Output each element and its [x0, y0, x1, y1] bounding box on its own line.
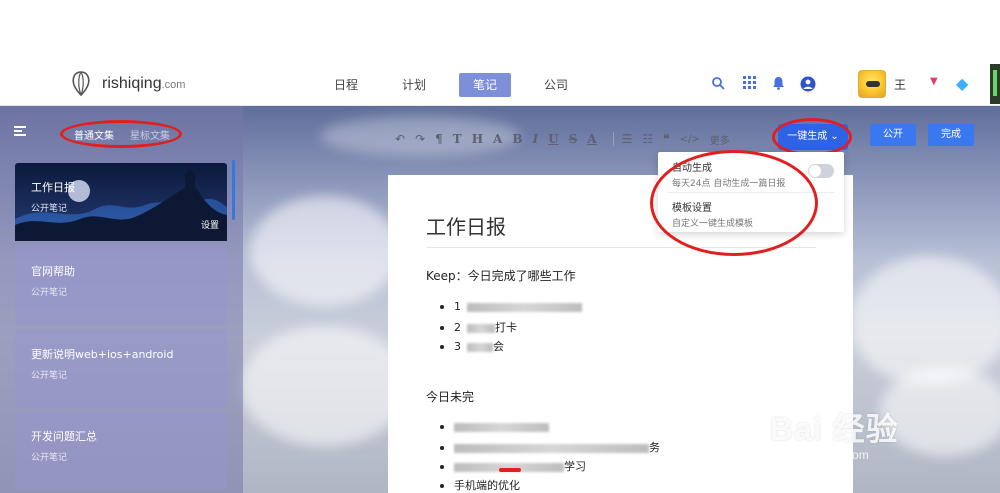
note-settings-link[interactable]: 设置 — [201, 218, 219, 231]
list-item[interactable]: 手机端的优化 — [440, 477, 520, 493]
page: rishiqing.com 日程 计划 笔记 公司 王 ▼ ◆ 普通文集 星标文… — [0, 0, 1000, 493]
apps-grid-icon[interactable] — [741, 76, 757, 92]
paragraph-icon[interactable]: ¶ — [435, 132, 443, 146]
sidebar-scrollbar[interactable] — [232, 160, 235, 220]
list-item-text: 会 — [493, 340, 504, 353]
list-item[interactable]: 2 打卡 — [440, 319, 517, 335]
strikethrough-icon[interactable]: S — [569, 132, 578, 146]
nav-notes[interactable]: 笔记 — [459, 73, 511, 97]
more-tools-button[interactable]: 更多 — [710, 132, 730, 147]
notebook-sidebar: 普通文集 星标文集 工作日报 公开笔记 设置 官网帮助 公开笔记 更新说明web… — [0, 106, 243, 493]
note-title: 更新说明web+ios+android — [31, 348, 174, 361]
avatar[interactable] — [858, 70, 886, 98]
underline-icon[interactable]: U — [548, 132, 558, 146]
dropdown-item-desc: 自定义一键生成模板 — [672, 219, 754, 229]
logo-text[interactable]: rishiqing.com — [102, 75, 185, 93]
dropdown-item-title: 自动生成 — [672, 163, 712, 174]
note-subtitle: 公开笔记 — [31, 204, 68, 214]
dropdown-divider — [668, 192, 834, 193]
bold-icon[interactable]: B — [512, 132, 522, 146]
text-color-icon[interactable]: A — [587, 132, 596, 146]
list-item-number: 1 — [454, 300, 461, 313]
chevron-down-icon: ⌄ — [830, 131, 839, 142]
publish-button[interactable]: 公开 — [870, 124, 916, 146]
list-item[interactable]: 3会 — [440, 338, 504, 354]
note-subtitle: 公开笔记 — [31, 288, 68, 298]
list-item[interactable] — [440, 420, 549, 433]
italic-icon[interactable]: I — [533, 132, 539, 146]
search-icon[interactable] — [710, 76, 726, 92]
nav-plan[interactable]: 计划 — [392, 73, 436, 97]
list-item-text: 务 — [649, 441, 660, 454]
top-blank-area — [0, 0, 1000, 62]
note-card-update-notes[interactable]: 更新说明web+ios+android 公开笔记 — [15, 330, 227, 408]
dropdown-item-auto-generate[interactable]: 自动生成 每天24点 自动生成一篇日报 — [672, 159, 785, 189]
dropdown-item-template-settings[interactable]: 模板设置 自定义一键生成模板 — [672, 199, 753, 229]
section-unfinished-heading[interactable]: 今日未完 — [426, 388, 474, 405]
note-title: 工作日报 — [31, 181, 75, 194]
list-item-text: 学习 — [564, 460, 586, 473]
diamond-vip-icon[interactable]: ◆ — [956, 74, 968, 93]
list-item[interactable]: 1 — [440, 300, 582, 313]
menu-icon[interactable] — [14, 126, 26, 136]
tab-plain-notebooks[interactable]: 普通文集 — [74, 127, 114, 142]
balloon-logo-icon — [72, 71, 90, 97]
dropdown-item-title: 模板设置 — [672, 203, 712, 214]
baidu-jingyan-watermark: Bai 经验 jingyan.baidu.com — [770, 404, 899, 462]
annotation-red-mark — [499, 468, 521, 472]
list-item-number: 2 — [454, 321, 461, 334]
generate-dropdown-menu: 自动生成 每天24点 自动生成一篇日报 模板设置 自定义一键生成模板 — [658, 152, 844, 232]
format-a-icon[interactable]: A — [493, 132, 502, 146]
format-h-icon[interactable]: H — [472, 132, 483, 146]
list-item-text: 打卡 — [495, 321, 517, 334]
nav-schedule[interactable]: 日程 — [324, 73, 368, 97]
one-click-generate-button[interactable]: 一键生成 ⌄ — [778, 124, 848, 150]
auto-generate-toggle[interactable] — [808, 164, 834, 178]
note-subtitle: 公开笔记 — [31, 453, 68, 463]
note-subtitle: 公开笔记 — [31, 371, 68, 381]
note-title: 开发问题汇总 — [31, 430, 97, 443]
watermark-sub: jingyan.baidu.com — [772, 448, 869, 462]
document-title[interactable]: 工作日报 — [426, 211, 506, 240]
format-t-icon[interactable]: T — [453, 132, 462, 146]
window-scroll-indicator — [990, 64, 1000, 104]
ordered-list-icon[interactable]: ☰ — [622, 132, 633, 146]
undo-icon[interactable]: ↶ — [395, 132, 405, 146]
toolbar-divider — [612, 132, 614, 146]
list-item-text: 手机端的优化 — [454, 479, 520, 492]
section-keep-heading[interactable]: Keep：今日完成了哪些工作 — [426, 267, 576, 284]
quote-icon[interactable]: ❝ — [663, 132, 669, 146]
logo-suffix: .com — [161, 79, 186, 91]
editor-toolbar: ↶ ↷ ¶ T H A B I U S A ☰ ☷ ❝ </> 更多 — [395, 129, 730, 149]
user-circle-icon[interactable] — [800, 76, 816, 92]
note-title: 官网帮助 — [31, 265, 75, 278]
list-item[interactable]: 务 — [440, 439, 660, 455]
watermark-main: Bai 经验 — [770, 411, 899, 447]
note-card-site-help[interactable]: 官网帮助 公开笔记 — [15, 247, 227, 325]
bell-icon[interactable] — [770, 76, 786, 92]
logo-name: rishiqing — [102, 75, 162, 92]
top-navbar: rishiqing.com 日程 计划 笔记 公司 王 ▼ ◆ — [0, 62, 1000, 106]
nav-company[interactable]: 公司 — [534, 73, 578, 97]
tab-starred-notebooks[interactable]: 星标文集 — [130, 127, 170, 142]
list-item-number: 3 — [454, 340, 461, 353]
note-card-dev-issues[interactable]: 开发问题汇总 公开笔记 — [15, 412, 227, 490]
redo-icon[interactable]: ↷ — [415, 132, 425, 146]
code-icon[interactable]: </> — [680, 134, 700, 145]
username[interactable]: 王 — [894, 76, 906, 93]
title-divider — [426, 247, 816, 248]
note-card-work-daily[interactable]: 工作日报 公开笔记 设置 — [15, 163, 227, 241]
bullet-list-icon[interactable]: ☷ — [642, 132, 653, 146]
generate-label: 一键生成 — [787, 131, 828, 142]
dropdown-item-desc: 每天24点 自动生成一篇日报 — [672, 179, 786, 189]
caret-down-icon[interactable]: ▼ — [930, 76, 938, 87]
done-button[interactable]: 完成 — [928, 124, 974, 146]
